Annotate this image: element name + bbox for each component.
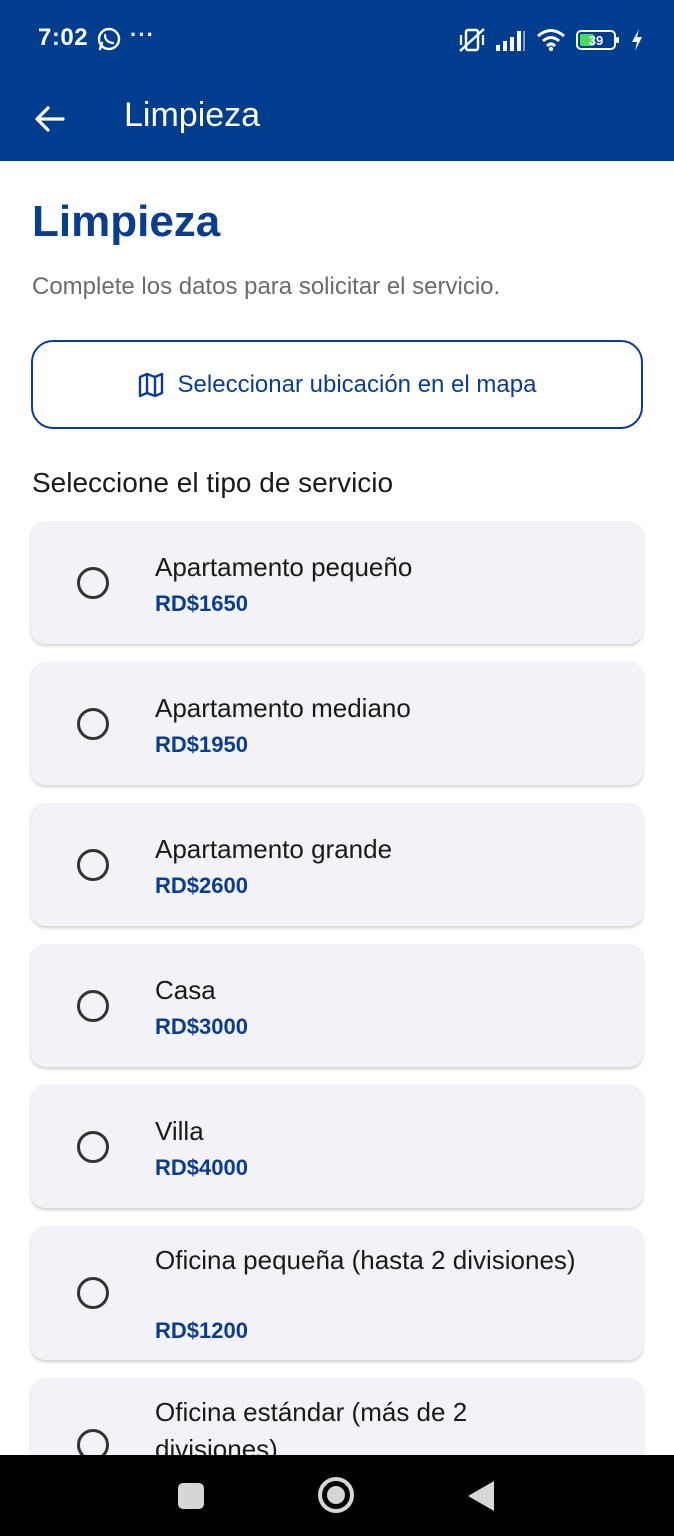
status-time: 7:02 xyxy=(38,24,89,51)
back-button[interactable] xyxy=(28,97,72,141)
service-price: RD$4000 xyxy=(155,1155,248,1180)
service-name: Apartamento mediano xyxy=(155,693,411,723)
more-notifications-icon: ··· xyxy=(130,22,155,47)
service-option-casa[interactable]: Casa RD$3000 xyxy=(31,944,643,1067)
app-bar-title: Limpieza xyxy=(124,96,261,134)
charging-icon xyxy=(632,29,642,51)
system-nav-bar xyxy=(0,1455,674,1536)
battery-icon: 39 xyxy=(576,30,619,50)
radio-button[interactable] xyxy=(77,567,109,599)
service-option-apartamento-mediano[interactable]: Apartamento mediano RD$1950 xyxy=(31,662,643,785)
service-price: RD$1950 xyxy=(155,732,248,757)
service-price: RD$3000 xyxy=(155,1014,248,1039)
radio-button[interactable] xyxy=(77,708,109,740)
wifi-icon xyxy=(537,29,565,52)
select-location-map-button[interactable]: Seleccionar ubicación en el mapa xyxy=(31,340,643,429)
service-name: Oficina pequeña (hasta 2 divisiones) xyxy=(155,1245,576,1275)
status-icons: 39 xyxy=(458,26,644,54)
service-name: Oficina estándar (más de 2 divisiones) xyxy=(155,1397,468,1455)
service-option-oficina-estandar[interactable]: Oficina estándar (más de 2 divisiones) xyxy=(31,1378,643,1455)
whatsapp-icon xyxy=(97,27,121,51)
vibrate-off-icon xyxy=(459,28,485,52)
radio-button[interactable] xyxy=(77,990,109,1022)
service-price: RD$2600 xyxy=(155,873,248,898)
page-subtitle: Complete los datos para solicitar el ser… xyxy=(32,273,501,300)
service-option-apartamento-grande[interactable]: Apartamento grande RD$2600 xyxy=(31,803,643,926)
service-name: Villa xyxy=(155,1116,204,1146)
main-content: Limpieza Complete los datos para solicit… xyxy=(0,161,674,1455)
service-name: Apartamento grande xyxy=(155,834,393,864)
signal-icon xyxy=(496,31,525,51)
page-title: Limpieza xyxy=(32,197,221,246)
service-option-villa[interactable]: Villa RD$4000 xyxy=(31,1085,643,1208)
radio-button[interactable] xyxy=(77,1277,109,1309)
status-bar: 7:02 ··· 39 xyxy=(0,0,674,80)
map-button-label: Seleccionar ubicación en el mapa xyxy=(177,370,537,398)
map-icon xyxy=(138,372,163,397)
arrow-left-icon xyxy=(35,106,65,132)
radio-button[interactable] xyxy=(77,849,109,881)
service-type-label: Seleccione el tipo de servicio xyxy=(32,467,394,498)
service-option-oficina-pequena[interactable]: Oficina pequeña (hasta 2 divisiones) RD$… xyxy=(31,1226,643,1360)
service-price: RD$1200 xyxy=(155,1318,248,1343)
home-icon[interactable] xyxy=(318,1477,354,1513)
service-name: Casa xyxy=(155,975,216,1005)
recents-icon[interactable] xyxy=(178,1483,204,1509)
radio-button[interactable] xyxy=(77,1131,109,1163)
service-price: RD$1650 xyxy=(155,591,248,616)
service-option-apartamento-pequeno[interactable]: Apartamento pequeño RD$1650 xyxy=(31,521,643,644)
service-name: Apartamento pequeño xyxy=(155,552,413,582)
system-back-icon[interactable] xyxy=(468,1481,494,1511)
app-bar: Limpieza xyxy=(0,80,674,161)
battery-level: 39 xyxy=(589,33,603,48)
radio-button[interactable] xyxy=(77,1429,109,1455)
